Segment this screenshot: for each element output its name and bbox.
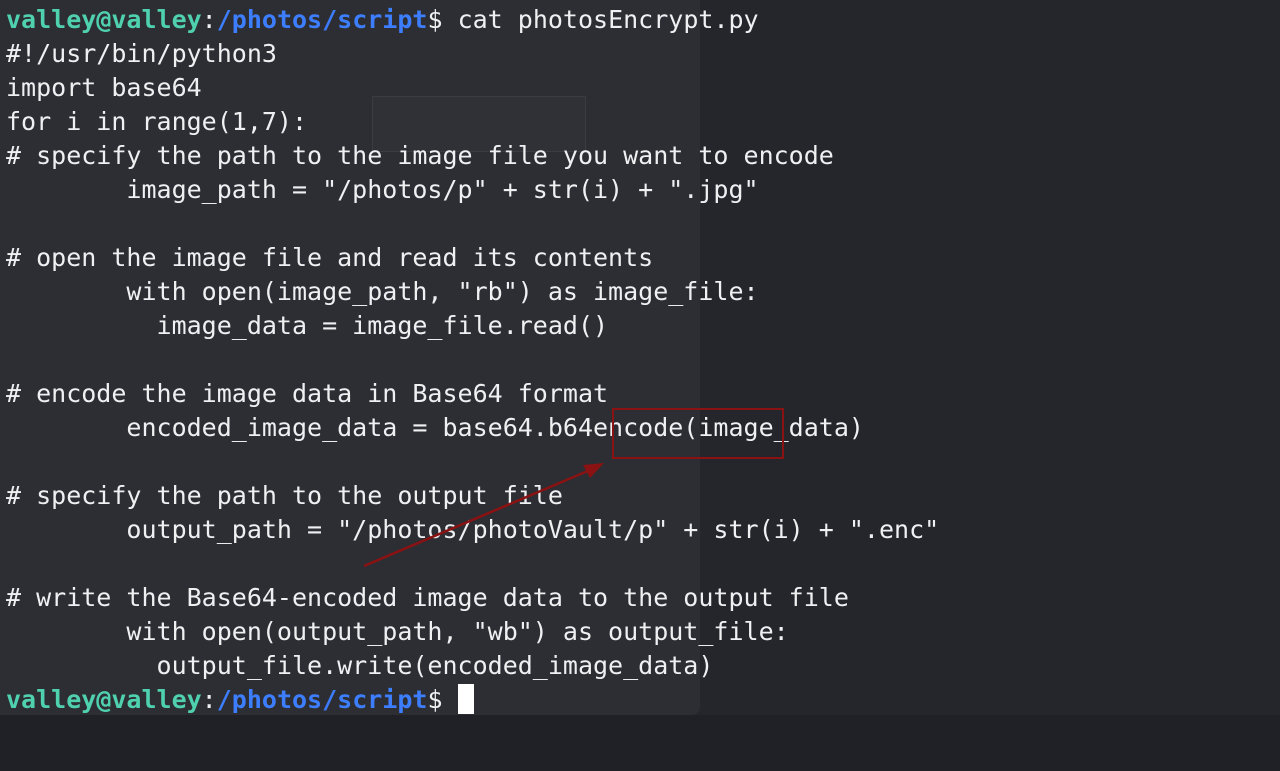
code-line: # specify the path to the output file — [6, 481, 563, 510]
code-line: # write the Base64-encoded image data to… — [6, 583, 849, 612]
prompt-dollar: $ — [427, 685, 443, 714]
annotation-highlight-box — [612, 408, 784, 459]
prompt-dollar: $ — [427, 5, 443, 34]
code-line: #!/usr/bin/python3 — [6, 39, 277, 68]
code-line: # open the image file and read its conte… — [6, 243, 654, 272]
text-cursor — [457, 684, 474, 714]
prompt-user: valley@valley — [6, 5, 202, 34]
prompt-colon: : — [201, 685, 217, 714]
code-line: # specify the path to the image file you… — [6, 141, 834, 170]
code-line: image_data = image_file.read() — [6, 311, 609, 340]
command-text: cat photosEncrypt.py — [442, 5, 759, 34]
prompt-line[interactable]: valley@valley:/photos/script$ — [6, 683, 939, 717]
prompt-user: valley@valley — [6, 685, 202, 714]
terminal-window[interactable]: valley@valley:/photos/script$ cat photos… — [0, 0, 1280, 771]
code-line: encoded_image_data = base64.b64encode(im… — [6, 413, 864, 442]
code-line: for i in range(1,7): — [6, 107, 308, 136]
background-file-listing — [0, 715, 1280, 771]
code-line: with open(image_path, "rb") as image_fil… — [6, 277, 759, 306]
code-line: image_path = "/photos/p" + str(i) + ".jp… — [6, 175, 759, 204]
code-line: output_path = "/photos/photoVault/p" + s… — [6, 515, 940, 544]
terminal-output: valley@valley:/photos/script$ cat photos… — [6, 3, 939, 717]
code-line: import base64 — [6, 73, 202, 102]
prompt-path: /photos/script — [216, 685, 428, 714]
code-line: # encode the image data in Base64 format — [6, 379, 609, 408]
code-line: with open(output_path, "wb") as output_f… — [6, 617, 789, 646]
code-line: output_file.write(encoded_image_data) — [6, 651, 714, 680]
command-line: valley@valley:/photos/script$ cat photos… — [6, 3, 939, 37]
prompt-colon: : — [201, 5, 217, 34]
prompt-path: /photos/script — [216, 5, 428, 34]
